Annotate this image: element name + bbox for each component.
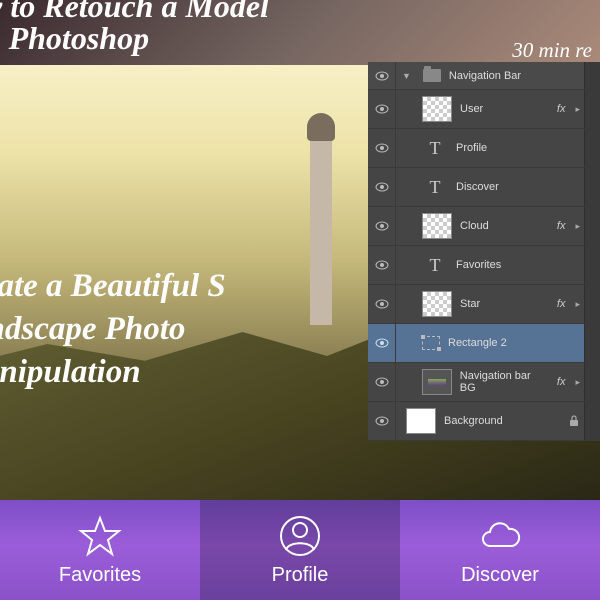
layer-group-row[interactable]: ▼ Navigation Bar	[368, 62, 600, 90]
hero-retouch: ow to Retouch a Model ith Photoshop 30 m…	[0, 0, 600, 65]
scrollbar[interactable]	[584, 129, 600, 167]
visibility-toggle[interactable]	[368, 246, 396, 284]
layers-panel[interactable]: ▼ Navigation Bar User fx ▸ T Profile	[368, 62, 600, 441]
visibility-toggle[interactable]	[368, 363, 396, 401]
scrollbar[interactable]	[584, 285, 600, 323]
nav-profile[interactable]: Profile	[200, 500, 400, 600]
hero1-title: ow to Retouch a Model ith Photoshop	[0, 0, 269, 54]
scrollbar[interactable]	[584, 246, 600, 284]
layer-name: Favorites	[456, 259, 501, 271]
layer-thumb	[406, 408, 436, 434]
visibility-toggle[interactable]	[368, 168, 396, 206]
nav-label: Profile	[272, 564, 329, 587]
hero1-title-l2: ith Photoshop	[0, 22, 269, 54]
cloud-icon	[478, 514, 522, 558]
layer-name: User	[460, 103, 483, 115]
chevron-down-icon[interactable]: ▸	[575, 299, 580, 310]
fx-badge[interactable]: fx	[557, 220, 568, 232]
folder-icon	[423, 69, 441, 82]
tower-graphic	[310, 135, 332, 325]
nav-favorites[interactable]: Favorites	[0, 500, 200, 600]
layer-row[interactable]: Background	[368, 402, 600, 441]
layer-row-selected[interactable]: Rectangle 2	[368, 324, 600, 363]
layer-thumb	[422, 213, 452, 239]
layer-name: Rectangle 2	[448, 337, 507, 349]
scrollbar[interactable]	[584, 90, 600, 128]
text-layer-icon: T	[422, 252, 448, 278]
layer-group-name: Navigation Bar	[449, 70, 521, 82]
hero1-subtitle: 30 min re	[512, 38, 592, 63]
layer-name: Navigation bar BG	[460, 370, 549, 394]
scrollbar[interactable]	[584, 62, 600, 89]
visibility-toggle[interactable]	[368, 402, 396, 440]
layer-row[interactable]: T Discover	[368, 168, 600, 207]
lock-icon	[568, 415, 580, 427]
hero1-title-l1: ow to Retouch a Model	[0, 0, 269, 22]
scrollbar[interactable]	[584, 402, 600, 440]
layer-thumb	[422, 291, 452, 317]
chevron-down-icon[interactable]: ▸	[575, 377, 580, 388]
nav-discover[interactable]: Discover	[400, 500, 600, 600]
scrollbar[interactable]	[584, 324, 600, 362]
bottom-navbar: Favorites Profile Discover	[0, 500, 600, 600]
star-icon	[78, 514, 122, 558]
visibility-toggle[interactable]	[368, 129, 396, 167]
layer-name: Star	[460, 298, 480, 310]
visibility-toggle[interactable]	[368, 207, 396, 245]
layer-name: Cloud	[460, 220, 489, 232]
hero2-title: reate a Beautiful S andscape Photo Ianip…	[0, 265, 226, 394]
chevron-down-icon[interactable]: ▼	[402, 71, 411, 81]
visibility-toggle[interactable]	[368, 62, 396, 89]
layer-row[interactable]: Star fx ▸	[368, 285, 600, 324]
scrollbar[interactable]	[584, 207, 600, 245]
fx-badge[interactable]: fx	[557, 103, 568, 115]
visibility-toggle[interactable]	[368, 285, 396, 323]
layer-name: Discover	[456, 181, 499, 193]
layer-name: Background	[444, 415, 503, 427]
text-layer-icon: T	[422, 135, 448, 161]
fx-badge[interactable]: fx	[557, 376, 568, 388]
layer-row[interactable]: User fx ▸	[368, 90, 600, 129]
layer-thumb	[422, 369, 452, 395]
layer-thumb	[422, 96, 452, 122]
nav-label: Discover	[461, 564, 539, 587]
chevron-down-icon[interactable]: ▸	[575, 221, 580, 232]
chevron-down-icon[interactable]: ▸	[575, 104, 580, 115]
text-layer-icon: T	[422, 174, 448, 200]
scrollbar[interactable]	[584, 363, 600, 401]
hero2-l3: Ianipulation	[0, 351, 226, 394]
hero2-l2: andscape Photo	[0, 308, 226, 351]
layer-row[interactable]: Cloud fx ▸	[368, 207, 600, 246]
profile-icon	[278, 514, 322, 558]
layer-row[interactable]: T Favorites	[368, 246, 600, 285]
nav-label: Favorites	[59, 564, 141, 587]
visibility-toggle[interactable]	[368, 324, 396, 362]
layer-row[interactable]: T Profile	[368, 129, 600, 168]
fx-badge[interactable]: fx	[557, 298, 568, 310]
layer-row[interactable]: Navigation bar BG fx ▸	[368, 363, 600, 402]
shape-layer-icon	[422, 336, 440, 350]
layer-name: Profile	[456, 142, 487, 154]
visibility-toggle[interactable]	[368, 90, 396, 128]
hero2-l1: reate a Beautiful S	[0, 265, 226, 308]
scrollbar[interactable]	[584, 168, 600, 206]
